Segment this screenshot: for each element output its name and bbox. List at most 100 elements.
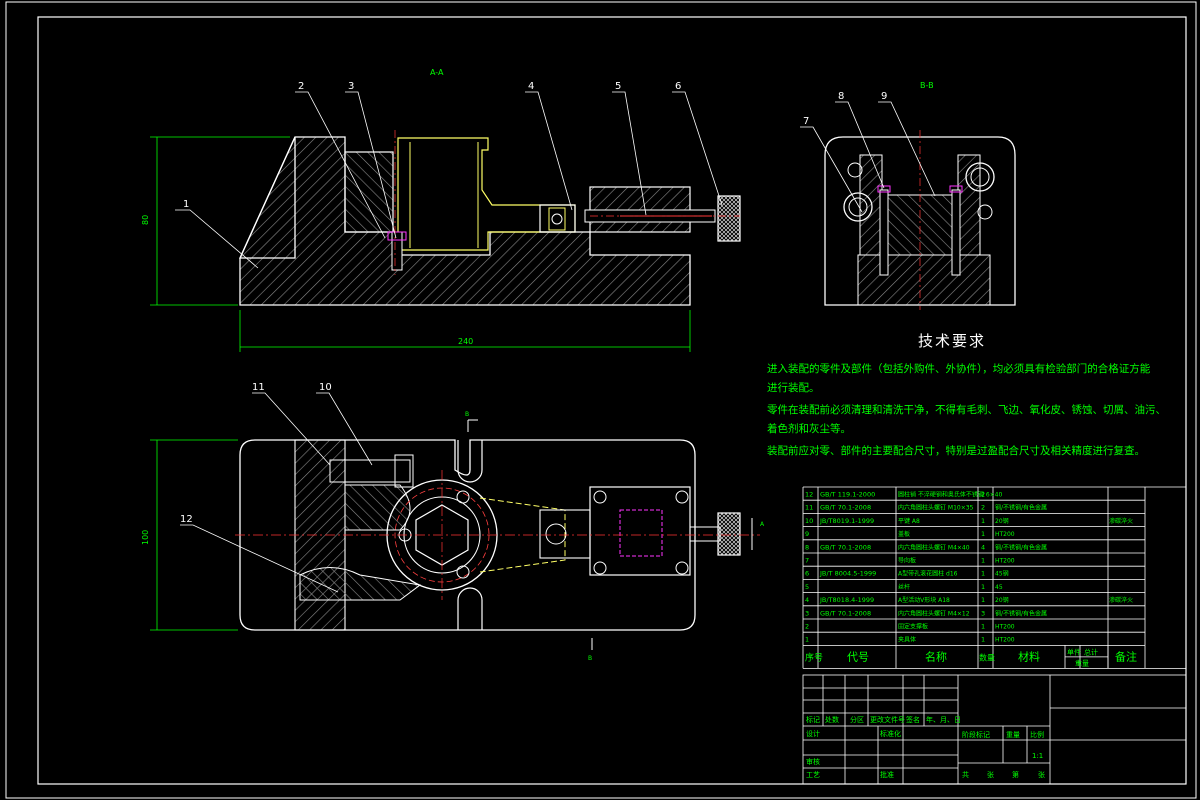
bom-row-material: 20钢 [995, 517, 1009, 525]
bom-row-name: 圆柱销 不淬硬钢和奥氏体不锈钢 6×40 [898, 491, 1002, 499]
bom-row-no: 9 [805, 530, 809, 538]
bom-row-material: 45 [995, 584, 1003, 591]
balloon-12: 12 [180, 514, 193, 525]
requirement-line-3: 零件在装配前必须清理和清洗干净，不得有毛刺、飞边、氧化皮、锈蚀、切屑、油污、 [767, 404, 1166, 416]
bom-row-qty: 3 [981, 609, 985, 617]
section-b-label: B-B [920, 81, 934, 90]
title-block-text: 标记 处数 分区 更改文件号 签名 年、月、日 设计 标准化 审核 工艺 批准 … [806, 715, 1045, 779]
bom-header-name: 名称 [925, 649, 947, 663]
bom-row-no: 12 [805, 491, 813, 499]
bom-row-note: 渗碳淬火 [1109, 517, 1133, 525]
bom-row-qty: 1 [981, 517, 985, 525]
bom-header-total: 总计 [1084, 647, 1098, 656]
bom-row-name: 平键 A8 [898, 517, 920, 525]
tb-count: 处数 [825, 715, 839, 724]
tb-standardize: 标准化 [880, 729, 901, 738]
bom-row-name: A型带孔滚花圆柱 d16 [898, 570, 958, 578]
bom-row-qty: 2 [981, 491, 985, 499]
balloon-2: 2 [298, 81, 304, 92]
tb-mark: 标记 [806, 715, 820, 724]
bom-row-qty: 1 [981, 570, 985, 578]
bom-row-note: 渗碳淬火 [1109, 596, 1133, 604]
height-front-dimension: 80 [141, 215, 150, 225]
tb-process: 工艺 [806, 771, 820, 779]
tb-sheet-unit: 张 [1038, 770, 1045, 779]
bom-row-qty: 1 [981, 557, 985, 565]
bom-row-name: 夹具体 [898, 636, 916, 644]
bom-header-material: 材料 [1018, 649, 1040, 663]
bom-row-material: HT200 [995, 531, 1015, 538]
bom-row-material: 钢/不锈钢/有色金属 [995, 504, 1047, 512]
height-top-dimension: 100 [141, 530, 150, 545]
requirement-line-2: 进行装配。 [767, 382, 820, 394]
requirement-line-4: 着色剂和灰尘等。 [767, 423, 851, 435]
bom-row-material: HT200 [995, 558, 1015, 565]
tb-weight: 重量 [1006, 731, 1020, 739]
section-a-label: A-A [430, 68, 444, 77]
requirements-title: 技术要求 [918, 332, 987, 350]
bom-row-material: 45钢 [995, 570, 1009, 578]
bom-row-no: 5 [805, 583, 809, 591]
balloon-7: 7 [803, 116, 809, 127]
bom-table: 12 GB/T 119.1-2000 圆柱销 不淬硬钢和奥氏体不锈钢 6×40211… [802, 486, 1187, 669]
bom-row-code: JB/T8019.1-1999 [819, 517, 874, 525]
tb-signature: 签名 [906, 715, 920, 724]
bom-row-qty: 1 [981, 636, 985, 644]
bom-row-name: 盖板 [898, 530, 910, 538]
balloon-10: 10 [319, 382, 332, 393]
bom-row-code: GB/T 70.1-2008 [820, 504, 871, 512]
tb-sheet-unit-total: 张 [987, 770, 994, 779]
bom-row-no: 8 [805, 543, 809, 551]
tb-review: 审核 [806, 757, 820, 766]
requirement-line-1: 进入装配的零件及部件（包括外购件、外协件），均必须具有检验部门的合格证方能 [767, 363, 1151, 375]
bom-row-name: 内六角圆柱头螺钉 M4×12 [898, 609, 970, 617]
tb-date: 年、月、日 [926, 715, 961, 724]
bom-row-name: A型活动V形块 A18 [898, 596, 950, 604]
section-marker-right: A [760, 521, 765, 528]
balloon-11: 11 [252, 382, 265, 393]
bom-row-no: 1 [805, 636, 809, 644]
bom-row-name: 丝杆 [898, 583, 910, 591]
bom-header-code: 代号 [847, 650, 869, 663]
tb-approve: 批准 [880, 770, 894, 779]
balloon-9: 9 [881, 91, 887, 102]
bom-row-name: 内六角圆柱头螺钉 M10×35 [898, 504, 974, 512]
tb-zone: 分区 [850, 715, 864, 724]
tb-scale: 比例 [1030, 730, 1044, 739]
bom-row-code: GB/T 70.1-2008 [820, 543, 871, 551]
bom-row-qty: 1 [981, 623, 985, 631]
bom-row-no: 6 [805, 570, 809, 578]
bom-row-code: GB/T 70.1-2008 [820, 609, 871, 617]
bom-row-no: 7 [805, 557, 809, 565]
bom-row-code: JB/T 8004.5-1999 [819, 570, 876, 578]
tb-stage-mark: 阶段标记 [962, 730, 990, 739]
tb-scale-value: 1:1 [1032, 752, 1043, 760]
bom-row-material: HT200 [995, 637, 1015, 644]
bom-row-material: 钢/不锈钢/有色金属 [995, 609, 1047, 617]
tb-sheets-total: 共 [962, 770, 969, 779]
bom-row-no: 4 [805, 596, 809, 604]
bom-row-material: 钢/不锈钢/有色金属 [995, 543, 1047, 551]
bom-row-code: JB/T8018.4-1999 [819, 596, 874, 604]
bom-row-no: 3 [805, 609, 809, 617]
balloon-3: 3 [348, 81, 354, 92]
bom-row-name: 导向板 [898, 557, 916, 565]
front-section-view: A-A 80 240 [141, 68, 741, 352]
bom-row-name: 固定支撑板 [898, 623, 928, 631]
tb-sheet-no: 第 [1012, 770, 1019, 779]
assembly-drawing: A-A 80 240 B-B B B A 100 1 2 3 4 5 6 7 8… [5, 1, 1197, 799]
balloon-5: 5 [615, 81, 621, 92]
title-block [802, 674, 1187, 785]
balloon-6: 6 [675, 81, 681, 92]
width-front-dimension: 240 [458, 337, 473, 346]
inner-frame [37, 16, 1187, 785]
bom-row-material: HT200 [995, 624, 1015, 631]
balloon-1: 1 [183, 199, 189, 210]
tb-change-doc: 更改文件号 [870, 715, 905, 724]
bom-header-weight: 重量 [1075, 659, 1089, 667]
bom-header-qty: 数量 [979, 652, 995, 662]
bom-header-single: 单件 [1067, 647, 1081, 656]
bom-row-qty: 1 [981, 583, 985, 591]
bom-row-no: 11 [805, 504, 813, 512]
section-marker-top: B [465, 411, 469, 418]
